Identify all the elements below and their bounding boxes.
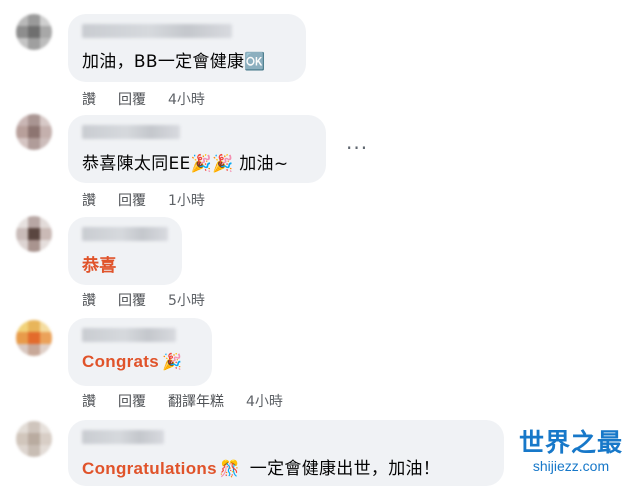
- comment-text: Congrats 🎉: [82, 352, 182, 372]
- comment-text-content: Congratulations: [82, 459, 217, 478]
- avatar[interactable]: [16, 114, 52, 150]
- comment-actions: 讚 回覆 1小時: [82, 190, 227, 210]
- comment-text-content: Congrats: [82, 352, 160, 371]
- party-popper-icon: 🎉: [162, 354, 183, 371]
- like-button[interactable]: 讚: [82, 293, 96, 309]
- reply-button[interactable]: 回覆: [118, 394, 146, 410]
- comment-bubble: 加油，BB一定會健康🆗: [68, 14, 306, 82]
- commenter-name-redacted[interactable]: [82, 430, 164, 444]
- commenter-name-redacted[interactable]: [82, 24, 232, 38]
- avatar[interactable]: [16, 216, 52, 252]
- avatar[interactable]: [16, 421, 52, 457]
- reply-button[interactable]: 回覆: [118, 92, 146, 108]
- watermark-title: 世界之最: [518, 428, 623, 457]
- more-horizontal-icon[interactable]: ···: [346, 136, 368, 160]
- translate-button[interactable]: 翻譯年糕: [168, 394, 224, 410]
- comment-text: 加油，BB一定會健康🆗: [82, 52, 266, 72]
- commenter-name-redacted[interactable]: [82, 125, 180, 139]
- comment-actions: 讚 回覆 5小時: [82, 290, 227, 310]
- comment-text-suffix: 一定會健康出世，加油！: [249, 459, 441, 479]
- comment-text: 恭喜陳太同EE🎉🎉 加油~: [82, 154, 289, 174]
- like-button[interactable]: 讚: [82, 92, 96, 108]
- reply-button[interactable]: 回覆: [118, 293, 146, 309]
- comment-bubble: 恭喜: [68, 217, 182, 285]
- timestamp[interactable]: 1小時: [168, 193, 205, 209]
- avatar[interactable]: [16, 14, 52, 50]
- timestamp[interactable]: 4小時: [168, 92, 205, 108]
- confetti-ball-icon: 🎊: [219, 459, 241, 478]
- site-watermark: 世界之最 shijiezz.com: [510, 428, 632, 474]
- commenter-name-redacted[interactable]: [82, 328, 176, 342]
- comment-text: Congratulations 🎊 一定會健康出世，加油！: [82, 454, 440, 479]
- timestamp[interactable]: 5小時: [168, 293, 205, 309]
- like-button[interactable]: 讚: [82, 394, 96, 410]
- comment-text: 恭喜: [82, 256, 117, 275]
- comment-actions: 讚 回覆 4小時: [82, 89, 227, 109]
- like-button[interactable]: 讚: [82, 193, 96, 209]
- avatar[interactable]: [16, 320, 52, 356]
- watermark-url: shijiezz.com: [532, 458, 610, 474]
- timestamp[interactable]: 4小時: [246, 394, 283, 410]
- comment-actions: 讚 回覆 翻譯年糕 4小時: [82, 391, 305, 411]
- reply-button[interactable]: 回覆: [118, 193, 146, 209]
- comment-bubble: Congrats 🎉: [68, 318, 212, 386]
- commenter-name-redacted[interactable]: [82, 227, 168, 241]
- comment-bubble: Congratulations 🎊 一定會健康出世，加油！: [68, 420, 504, 486]
- comment-bubble: 恭喜陳太同EE🎉🎉 加油~: [68, 115, 326, 183]
